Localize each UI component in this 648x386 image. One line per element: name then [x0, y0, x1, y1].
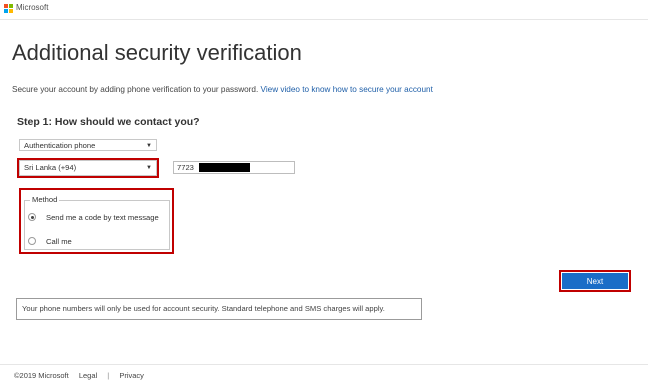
top-bar: Microsoft: [0, 0, 648, 20]
phone-number-value: 7723: [177, 163, 194, 172]
dropdown-arrow-icon: ▼: [146, 143, 152, 149]
method-highlight: [19, 188, 174, 254]
contact-type-value: Authentication phone: [24, 141, 96, 150]
redaction-bar: [199, 163, 250, 172]
video-help-link[interactable]: View video to know how to secure your ac…: [261, 85, 433, 94]
legal-link[interactable]: Legal: [79, 371, 97, 380]
step-heading: Step 1: How should we contact you?: [17, 116, 200, 128]
brand-name: Microsoft: [16, 3, 49, 12]
microsoft-logo-icon: [4, 4, 13, 13]
country-highlight: [17, 158, 159, 178]
footer-separator: |: [107, 371, 110, 380]
footer-divider: [0, 364, 648, 365]
privacy-link[interactable]: Privacy: [119, 371, 144, 380]
page-title: Additional security verification: [12, 40, 302, 65]
security-notice: Your phone numbers will only be used for…: [16, 298, 422, 320]
footer: ©2019 Microsoft Legal | Privacy: [14, 371, 152, 380]
intro-description: Secure your account by adding phone veri…: [12, 85, 259, 94]
contact-type-select[interactable]: Authentication phone ▼: [19, 139, 157, 151]
intro-text: Secure your account by adding phone veri…: [12, 85, 433, 94]
next-highlight: [559, 270, 631, 292]
copyright-text: ©2019 Microsoft: [14, 371, 69, 380]
